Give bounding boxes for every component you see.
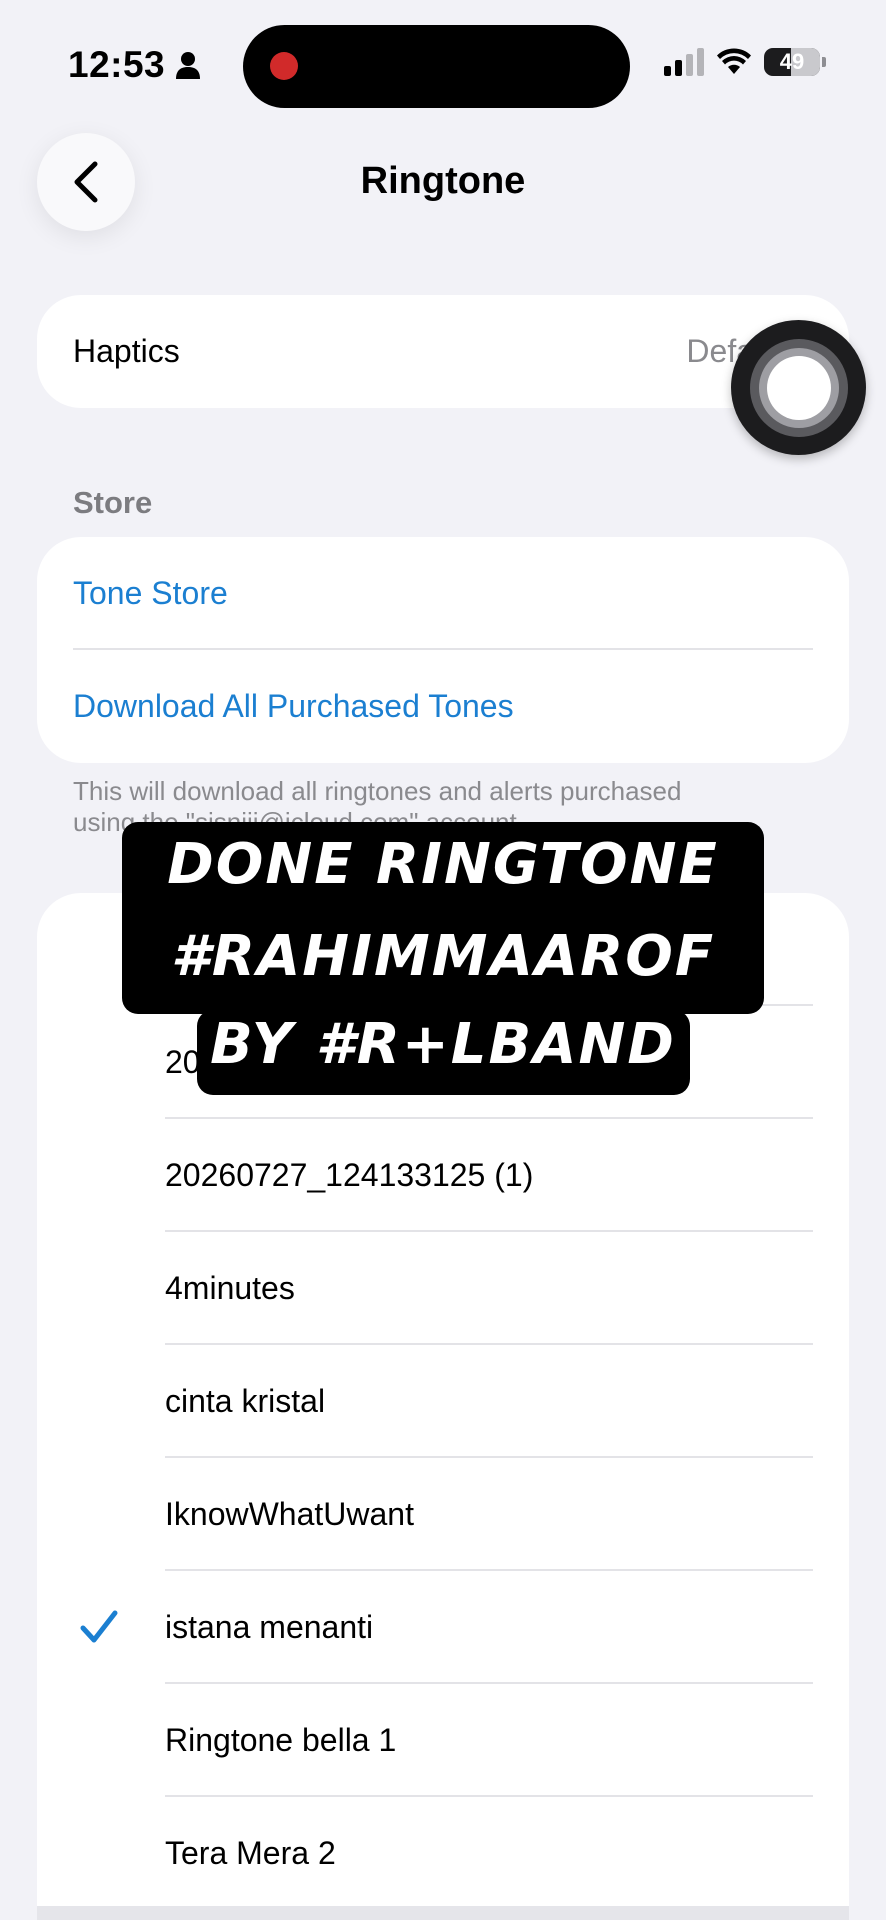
caption-line-2: #RahimMaarof [170,924,716,989]
ringtone-name: 20260727_124133125 (1) [165,1157,534,1193]
dynamic-island [243,25,630,108]
ringtone-name: cinta kristal [165,1383,326,1419]
page-title: Ringtone [360,160,526,202]
ringtone-row[interactable]: Tera Mera 2 [37,1797,849,1910]
status-time: 12:53 [68,44,201,86]
tone-store-label: Tone Store [73,575,228,611]
ringtone-list: 20 20260727_124133125 (1) 4minutes cinta kr… [37,1006,849,1910]
download-all-label: Download All Purchased Tones [73,688,514,724]
store-section-header: Store [73,485,153,520]
recording-indicator-icon [270,52,298,80]
ringtone-name: Ringtone bella 1 [165,1722,397,1758]
person-icon [176,52,201,79]
cellular-signal-icon [664,48,704,76]
ringtone-name: Tera Mera 2 [165,1835,336,1871]
status-indicators: 49 [664,48,826,76]
ringtone-row[interactable]: cinta kristal [37,1345,849,1458]
wifi-icon [717,48,751,74]
battery-icon: 49 [764,48,826,76]
ringtone-row[interactable]: IknowWhatUwant [37,1458,849,1571]
haptics-label: Haptics [73,333,180,369]
checkmark-icon [80,1610,118,1643]
bottom-edge [37,1906,849,1920]
assistive-touch-icon [766,355,831,420]
ringtone-row[interactable]: istana menanti [37,1571,849,1684]
ringtone-name: IknowWhatUwant [165,1496,414,1532]
assistive-touch-button[interactable] [731,320,866,455]
store-group: Tone Store Download All Purchased Tones [37,537,849,763]
haptics-row[interactable]: Haptics Defa [37,295,849,408]
haptics-group: Haptics Defa [37,295,849,408]
ringtone-row[interactable]: 4minutes [37,1232,849,1345]
ringtone-name: 4minutes [165,1270,295,1306]
ringtone-name: istana menanti [165,1609,374,1645]
tone-store-link[interactable]: Tone Store [37,537,849,650]
ringtone-row[interactable]: Ringtone bella 1 [37,1684,849,1797]
ringtone-row[interactable]: 20260727_124133125 (1) [37,1119,849,1232]
caption-line-3: by #R+LBAND [210,1012,676,1077]
caption-line-1: Done RINGTONE [167,832,719,897]
download-all-purchased-tones-link[interactable]: Download All Purchased Tones [37,650,849,763]
